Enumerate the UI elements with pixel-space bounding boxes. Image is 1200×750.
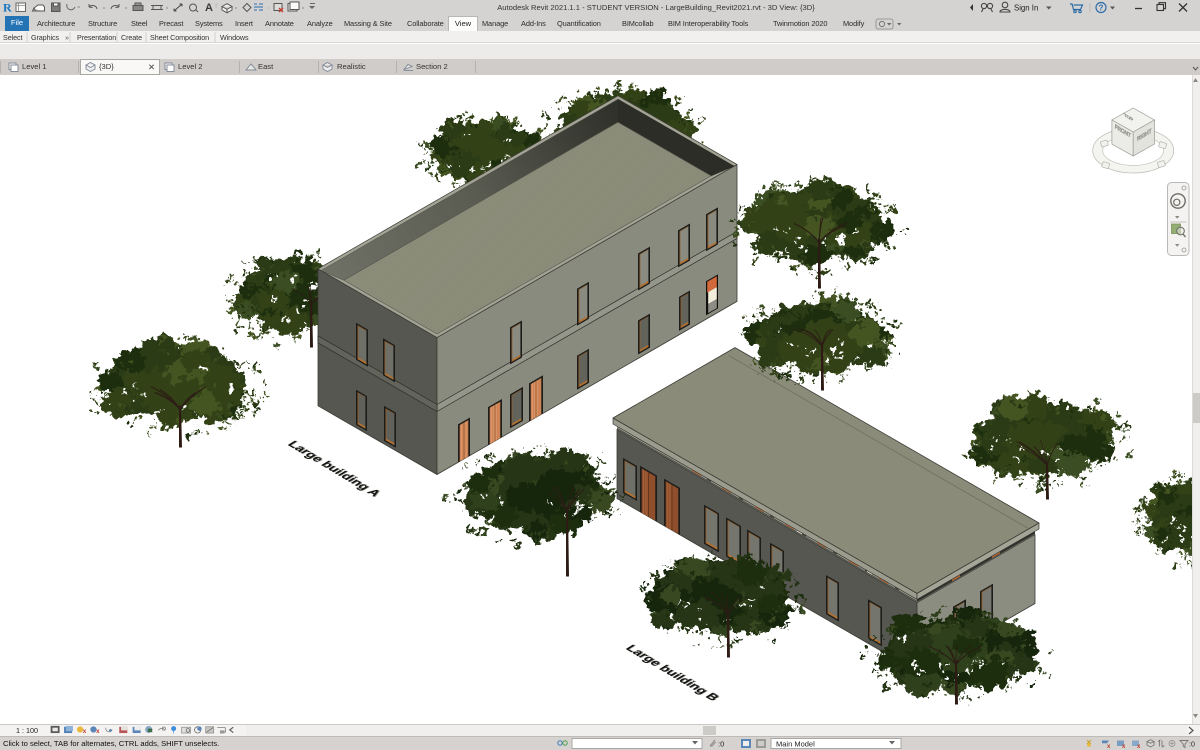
svg-text:x: x [1122, 744, 1126, 750]
svg-text:Main Model: Main Model [776, 740, 815, 749]
svg-text:x: x [1107, 744, 1111, 750]
svg-text::0: :0 [1189, 742, 1195, 749]
svg-text:x: x [1137, 744, 1141, 750]
svg-text::0: :0 [718, 740, 724, 749]
svg-text:A: A [205, 2, 213, 14]
svg-text:Sign In: Sign In [1014, 4, 1038, 13]
svg-text:R: R [3, 1, 12, 15]
svg-text:?: ? [1099, 4, 1104, 13]
svg-text:x: x [96, 728, 100, 735]
svg-text:x: x [83, 728, 87, 735]
